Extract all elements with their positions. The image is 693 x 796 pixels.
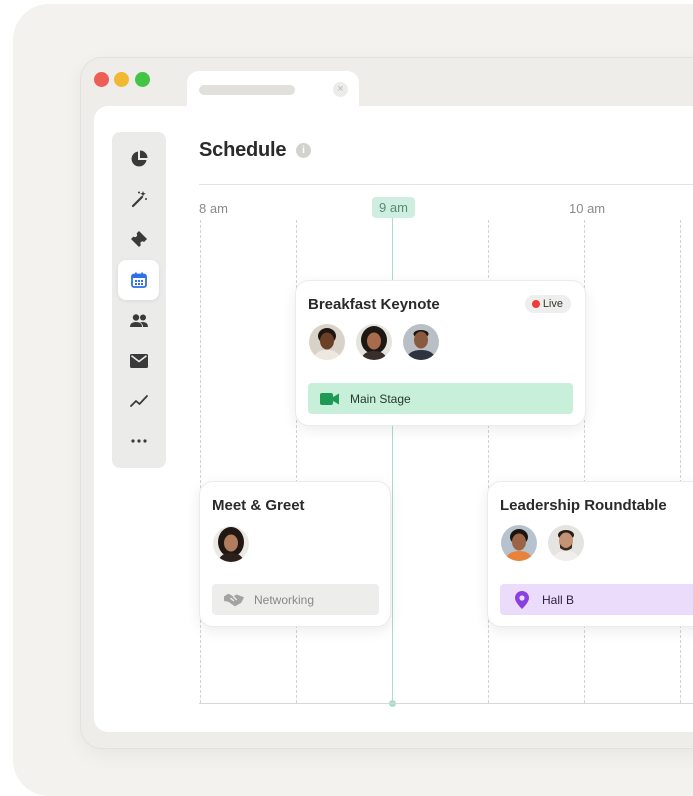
page-title: Schedule [199, 139, 287, 161]
current-time-badge: 9 am [372, 197, 415, 218]
sidebar [112, 132, 166, 468]
header-divider [199, 184, 693, 185]
sidebar-item-messages[interactable] [112, 341, 166, 381]
sidebar-item-more[interactable] [112, 421, 166, 461]
avatar[interactable] [401, 322, 441, 362]
location-label: Main Stage [350, 391, 411, 406]
sidebar-item-reports[interactable] [112, 381, 166, 421]
location-tag[interactable]: Main Stage [308, 383, 573, 414]
sidebar-item-tickets[interactable] [112, 219, 166, 259]
avatar[interactable] [307, 322, 347, 362]
sidebar-item-analytics[interactable] [112, 139, 166, 179]
live-status-badge: Live [524, 295, 571, 313]
event-card-meet-and-greet[interactable]: Meet & Greet Networking [199, 481, 391, 627]
grid-line [200, 220, 201, 703]
event-title: Meet & Greet [212, 497, 305, 514]
sidebar-item-ai[interactable] [112, 179, 166, 219]
people-icon [130, 314, 148, 327]
handshake-icon [224, 590, 244, 610]
location-tag[interactable]: Hall B [500, 584, 693, 615]
trend-line-icon [130, 395, 148, 407]
browser-tab[interactable]: × [187, 71, 359, 111]
pie-chart-icon [131, 150, 148, 167]
timeline-baseline [199, 703, 693, 704]
avatar[interactable] [546, 523, 586, 563]
tab-title-placeholder [199, 85, 295, 95]
location-label: Hall B [542, 592, 575, 607]
time-label-8am: 8 am [199, 201, 228, 216]
sidebar-item-attendees[interactable] [112, 301, 166, 341]
info-icon[interactable]: i [296, 143, 311, 158]
mail-icon [130, 354, 148, 368]
event-card-breakfast-keynote[interactable]: Breakfast Keynote Live Main Stage [295, 280, 586, 426]
maximize-window-button[interactable] [135, 72, 150, 87]
magic-wand-icon [131, 191, 147, 208]
sidebar-item-schedule[interactable] [118, 260, 159, 300]
avatar[interactable] [354, 322, 394, 362]
more-icon [131, 439, 147, 443]
ticket-icon [131, 231, 147, 247]
minimize-window-button[interactable] [114, 72, 129, 87]
close-window-button[interactable] [94, 72, 109, 87]
grid-line [680, 220, 681, 703]
tab-close-icon[interactable]: × [333, 82, 348, 97]
calendar-icon [130, 272, 147, 288]
avatar[interactable] [211, 524, 251, 564]
avatar[interactable] [499, 523, 539, 563]
map-pin-icon [512, 590, 532, 610]
location-label: Networking [254, 592, 315, 607]
event-title: Breakfast Keynote [308, 296, 440, 313]
time-label-10am: 10 am [569, 201, 606, 216]
location-tag[interactable]: Networking [212, 584, 379, 615]
event-card-leadership-roundtable[interactable]: Leadership Roundtable Hall B [487, 481, 693, 627]
video-camera-icon [320, 389, 340, 409]
event-title: Leadership Roundtable [500, 497, 667, 514]
